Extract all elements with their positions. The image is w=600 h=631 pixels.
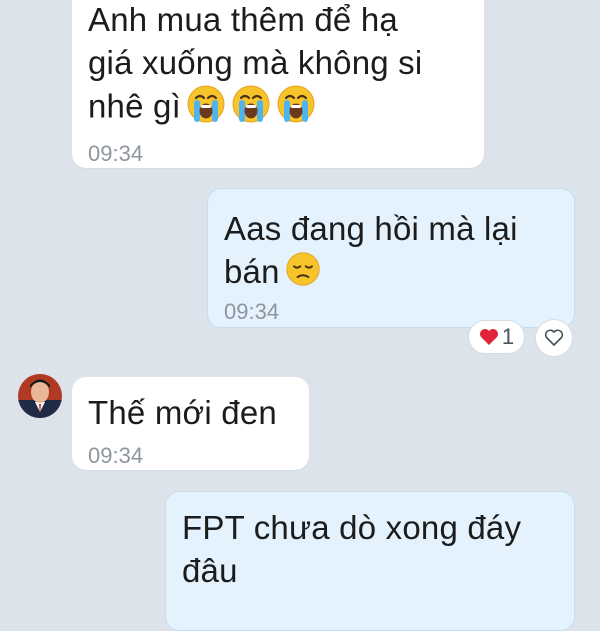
crying-face-icon xyxy=(276,84,316,134)
heart-outline-icon xyxy=(544,329,564,346)
message-text: Thế mới đen xyxy=(88,394,277,431)
message-text: FPT chưa dò xong đáy đâu xyxy=(182,506,560,592)
message-bubble-outgoing[interactable]: FPT chưa dò xong đáy đâu xyxy=(165,491,575,631)
message-line: Aas đang hồi mà lại xyxy=(224,210,518,247)
crying-face-icon xyxy=(186,84,226,134)
message-line: Anh mua thêm để hạ xyxy=(88,1,398,38)
crying-face-icon xyxy=(231,84,271,134)
message-bubble-incoming[interactable]: Thế mới đen 09:34 xyxy=(72,377,309,470)
message-line-text: bán xyxy=(224,253,280,290)
message-time: 09:34 xyxy=(224,299,280,324)
disappointed-face-icon xyxy=(285,251,321,297)
message-text: Anh mua thêm để hạ giá xuống mà không si… xyxy=(88,0,470,134)
message-line: đâu xyxy=(182,552,238,589)
message-line: giá xuống mà không si xyxy=(88,44,423,81)
message-line: nhê gì xyxy=(88,84,470,134)
message-bubble-outgoing[interactable]: Aas đang hồi mà lại bán 09:34 xyxy=(207,188,575,328)
reaction-count: 1 xyxy=(501,324,515,349)
message-text: Aas đang hồi mà lại bán xyxy=(224,207,560,297)
message-time: 09:34 xyxy=(88,443,144,468)
reaction-badge[interactable]: 1 xyxy=(468,320,525,354)
message-line-text: nhê gì xyxy=(88,87,181,125)
message-line: FPT chưa dò xong đáy xyxy=(182,509,522,546)
message-line: bán xyxy=(224,250,560,297)
message-time: 09:34 xyxy=(88,141,144,166)
message-bubble-incoming[interactable]: Anh mua thêm để hạ giá xuống mà không si… xyxy=(72,0,484,168)
avatar[interactable] xyxy=(18,374,62,418)
add-reaction-button[interactable] xyxy=(535,319,573,357)
heart-icon xyxy=(479,329,498,345)
